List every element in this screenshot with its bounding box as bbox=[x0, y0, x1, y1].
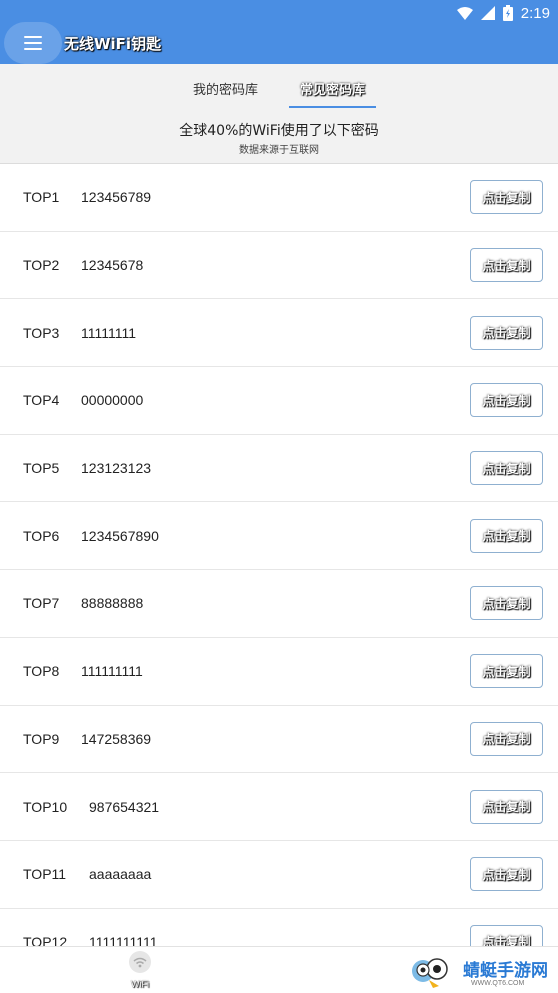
password-row: TOP10 987654321 点击复制 bbox=[0, 773, 558, 841]
copy-button[interactable]: 点击复制 bbox=[470, 654, 543, 689]
password-rank: TOP5 bbox=[23, 460, 60, 477]
password-rank: TOP12 bbox=[23, 933, 68, 946]
copy-button[interactable]: 点击复制 bbox=[470, 315, 543, 350]
watermark-url: WWW.QT6.COM bbox=[471, 980, 525, 987]
password-rank: TOP9 bbox=[23, 730, 60, 747]
menu-icon bbox=[24, 36, 42, 50]
password-row: TOP1 123456789 点击复制 bbox=[0, 164, 558, 232]
watermark-text: 蜻蜓手游网 bbox=[463, 961, 548, 981]
password-rank: TOP1 bbox=[23, 189, 60, 206]
password-row: TOP4 00000000 点击复制 bbox=[0, 367, 558, 435]
app-screen: 2:19 无线WiFi钥匙 我的密码库 常见密码库 全球40%的WiFi使用了以… bbox=[0, 0, 558, 993]
password-rank: TOP3 bbox=[23, 324, 60, 341]
password-value: 11111111 bbox=[81, 324, 137, 341]
tab-my-passwords[interactable]: 我的密码库 bbox=[183, 74, 268, 108]
signal-icon bbox=[480, 6, 495, 20]
battery-icon bbox=[502, 5, 513, 21]
password-rank: TOP6 bbox=[23, 527, 60, 544]
banner-subline: 数据来源于互联网 bbox=[239, 145, 319, 156]
copy-button[interactable]: 点击复制 bbox=[470, 180, 543, 215]
password-value: 12345678 bbox=[81, 257, 144, 274]
copy-button[interactable]: 点击复制 bbox=[470, 586, 543, 621]
tab-bar: 我的密码库 常见密码库 bbox=[0, 74, 558, 108]
password-list: TOP1 123456789 点击复制 TOP2 12345678 点击复制 TOP3 111… bbox=[0, 164, 558, 946]
password-rank: TOP2 bbox=[23, 257, 60, 274]
password-value: 987654321 bbox=[89, 798, 160, 815]
copy-button[interactable]: 点击复制 bbox=[470, 451, 543, 486]
password-rank: TOP10 bbox=[23, 798, 68, 815]
status-time: 2:19 bbox=[520, 4, 550, 22]
password-rank: TOP7 bbox=[23, 595, 60, 612]
password-value: 1111111111 bbox=[89, 933, 158, 946]
password-row: TOP9 147258369 点击复制 bbox=[0, 706, 558, 774]
wifi-status-icon bbox=[456, 6, 473, 20]
copy-button[interactable]: 点击复制 bbox=[470, 857, 543, 892]
status-bar: 2:19 bbox=[456, 2, 550, 24]
title-bar: 2:19 无线WiFi钥匙 bbox=[0, 0, 558, 64]
password-row: TOP11 aaaaaaaa 点击复制 bbox=[0, 841, 558, 909]
banner-headline: 全球40%的WiFi使用了以下密码 bbox=[179, 123, 379, 139]
nav-wifi-label: WiFi bbox=[131, 979, 149, 989]
watermark: 蜻蜓手游网 WWW.QT6.COM bbox=[405, 950, 558, 993]
password-rank: TOP11 bbox=[23, 866, 67, 883]
password-value: 88888888 bbox=[81, 595, 144, 612]
password-rank: TOP4 bbox=[23, 392, 60, 409]
password-value: 123456789 bbox=[81, 189, 152, 206]
password-value: 123123123 bbox=[81, 460, 152, 477]
password-row: TOP8 111111111 点击复制 bbox=[0, 638, 558, 706]
copy-button[interactable]: 点击复制 bbox=[470, 789, 543, 824]
password-rank: TOP8 bbox=[23, 663, 60, 680]
copy-button[interactable]: 点击复制 bbox=[470, 248, 543, 283]
copy-button[interactable]: 点击复制 bbox=[470, 383, 543, 418]
watermark-logo bbox=[412, 958, 448, 988]
copy-button[interactable]: 点击复制 bbox=[470, 721, 543, 756]
wifi-nav-icon bbox=[129, 951, 151, 973]
password-row: TOP3 11111111 点击复制 bbox=[0, 299, 558, 368]
password-value: 111111111 bbox=[81, 663, 143, 680]
app-title: 无线WiFi钥匙 bbox=[64, 35, 162, 53]
password-row: TOP6 1234567890 点击复制 bbox=[0, 502, 558, 571]
password-value: aaaaaaaa bbox=[89, 866, 152, 883]
tab-common-passwords[interactable]: 常见密码库 bbox=[288, 74, 377, 108]
copy-button[interactable]: 点击复制 bbox=[470, 518, 543, 553]
password-value: 147258369 bbox=[81, 730, 152, 747]
menu-button[interactable] bbox=[4, 22, 62, 64]
password-value: 00000000 bbox=[81, 392, 144, 409]
tabs-area: 我的密码库 常见密码库 全球40%的WiFi使用了以下密码 数据来源于互联网 bbox=[0, 64, 558, 164]
copy-button[interactable]: 点击复制 bbox=[470, 924, 543, 946]
password-row: TOP2 12345678 点击复制 bbox=[0, 232, 558, 300]
password-row: TOP12 1111111111 点击复制 bbox=[0, 909, 558, 946]
password-value: 1234567890 bbox=[81, 527, 159, 544]
nav-wifi-tab[interactable]: WiFi bbox=[124, 951, 156, 989]
password-row: TOP7 88888888 点击复制 bbox=[0, 570, 558, 638]
password-row: TOP5 123123123 点击复制 bbox=[0, 435, 558, 503]
